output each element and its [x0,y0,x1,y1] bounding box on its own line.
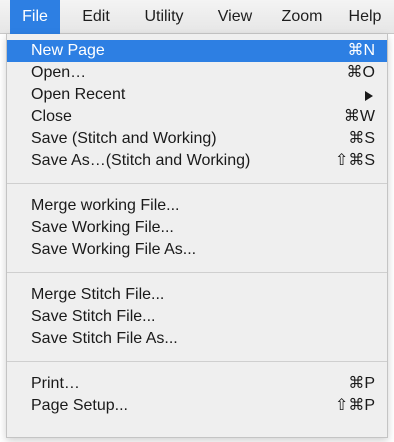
menu-item-label: Merge working File... [31,197,180,214]
menu-item-print[interactable]: Print… ⌘P [7,373,387,395]
menu-item-save-working-file[interactable]: Save Working File... [7,217,387,239]
screen: File Edit Utility View Zoom Help New Pag… [0,0,394,442]
menu-edit[interactable]: Edit [74,0,118,34]
shortcut-label: ⌘W [343,108,375,125]
menu-item-label: Save Working File... [31,219,174,236]
menu-separator [7,183,387,184]
menu-item-label: New Page [31,42,105,59]
menu-item-save-stitch-file-as[interactable]: Save Stitch File As... [7,328,387,350]
menu-item-label: Save (Stitch and Working) [31,130,217,147]
menu-item-close[interactable]: Close ⌘W [7,106,387,128]
shortcut-label: ⇧⌘S [334,152,375,169]
menu-item-label: Page Setup... [31,397,128,414]
shortcut-label: ⌘P [348,375,375,392]
menu-item-save[interactable]: Save (Stitch and Working) ⌘S [7,128,387,150]
menu-item-new-page[interactable]: New Page ⌘N [7,40,387,62]
menu-view[interactable]: View [210,0,260,34]
menu-item-label: Save Stitch File As... [31,330,178,347]
menu-item-open[interactable]: Open… ⌘O [7,62,387,84]
menu-separator [7,361,387,362]
menu-item-label: Close [31,108,72,125]
menu-item-save-as[interactable]: Save As…(Stitch and Working) ⇧⌘S [7,150,387,172]
menu-item-merge-working-file[interactable]: Merge working File... [7,195,387,217]
menu-file[interactable]: File [10,0,60,34]
menu-item-label: Open Recent [31,86,126,103]
menu-item-merge-stitch-file[interactable]: Merge Stitch File... [7,284,387,306]
menu-item-label: Save As…(Stitch and Working) [31,152,251,169]
menu-item-label: Save Stitch File... [31,308,156,325]
shortcut-label: ⌘N [347,42,375,59]
menu-item-label: Open… [31,64,87,81]
menu-item-save-working-file-as[interactable]: Save Working File As... [7,239,387,261]
menu-item-open-recent[interactable]: Open Recent [7,84,387,106]
menu-item-label: Print… [31,375,80,392]
menu-item-label: Save Working File As... [31,241,197,258]
shortcut-label: ⌘S [348,130,375,147]
shortcut-label: ⌘O [346,64,375,81]
shortcut-label: ⇧⌘P [334,397,375,414]
menu-utility[interactable]: Utility [131,0,197,34]
menu-bar: File Edit Utility View Zoom Help [0,0,394,34]
submenu-arrow-icon [365,91,373,101]
menu-item-save-stitch-file[interactable]: Save Stitch File... [7,306,387,328]
menu-item-page-setup[interactable]: Page Setup... ⇧⌘P [7,395,387,417]
menu-item-label: Merge Stitch File... [31,286,165,303]
menu-separator [7,272,387,273]
menu-help[interactable]: Help [340,0,390,34]
menu-zoom[interactable]: Zoom [274,0,330,34]
file-menu-dropdown: New Page ⌘N Open… ⌘O Open Recent Close ⌘… [6,34,388,438]
